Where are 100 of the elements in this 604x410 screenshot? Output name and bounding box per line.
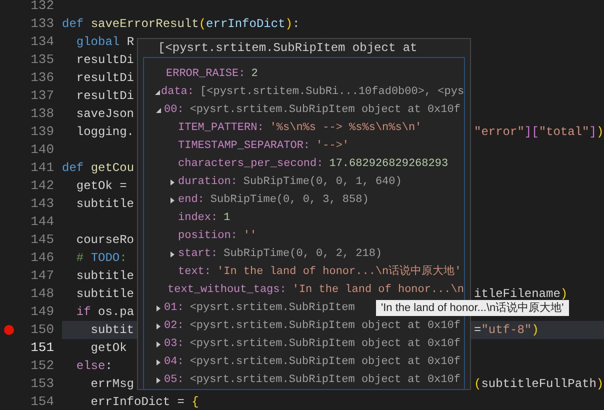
code-token: logging. — [75, 124, 134, 141]
variable-name: start: — [178, 246, 218, 262]
variable-name: 01: — [164, 300, 184, 316]
code-token: ) — [285, 16, 292, 33]
code-token: ) — [532, 322, 539, 339]
code-token: subtitle — [75, 196, 134, 213]
code-token: if — [75, 304, 92, 321]
variable-name: end: — [178, 192, 204, 208]
popup-title: [<pysrt.srtitem.SubRipItem object at — [157, 40, 418, 57]
collapsed-triangle-icon[interactable] — [154, 304, 162, 312]
variable-name: 02: — [164, 318, 184, 334]
line-number: 140 — [30, 141, 54, 160]
expanded-triangle-icon[interactable] — [154, 88, 161, 96]
collapsed-triangle-icon[interactable] — [168, 250, 176, 258]
code-token: : — [105, 358, 112, 375]
variable-value: <pysrt.srtitem.SubRipItem object at 0x10f — [190, 318, 460, 334]
line-number: 142 — [30, 177, 54, 196]
code-token: getOk = — [75, 178, 127, 195]
variable-value: [<pysrt.srtitem.SubRi...10fad0b00>, <pys — [200, 84, 464, 100]
variable-value: <pysrt.srtitem.SubRipItem — [190, 300, 355, 316]
code-token: errInfoDict = — [90, 394, 186, 410]
code-token: "error" — [474, 124, 524, 141]
collapsed-triangle-icon[interactable] — [154, 358, 162, 366]
collapsed-triangle-icon[interactable] — [154, 376, 162, 384]
line-number: 136 — [30, 69, 54, 88]
line-number: 138 — [30, 105, 54, 124]
line-number: 145 — [30, 231, 54, 250]
line-number: 152 — [30, 357, 54, 376]
line-number: 149 — [30, 303, 54, 322]
code-token: resultDi — [75, 52, 134, 69]
code-token: "total" — [538, 124, 590, 141]
variable-name: 03: — [164, 336, 184, 352]
line-number: 143 — [30, 195, 54, 214]
code-token: getCou — [90, 160, 134, 177]
line-number: 135 — [30, 51, 54, 70]
code-token: subtit — [90, 322, 134, 339]
collapsed-triangle-icon[interactable] — [154, 322, 162, 330]
variable-value: '-->' — [316, 138, 350, 154]
variable-value: 1 — [224, 210, 230, 226]
value-tooltip: 'In the land of honor...\n话说中原大地' — [376, 300, 569, 316]
code-token: resultDi — [75, 88, 134, 105]
variable-name: duration: — [178, 174, 238, 190]
line-number: 134 — [30, 33, 54, 52]
collapsed-triangle-icon[interactable] — [154, 340, 162, 348]
code-token: saveErrorResult — [90, 16, 199, 33]
variable-name: ITEM_PATTERN: — [178, 120, 264, 136]
variable-value: '%s\n%s --> %s%s\n%s\n' — [270, 120, 422, 136]
variable-value: '' — [243, 228, 257, 244]
variable-name: TIMESTAMP_SEPARATOR: — [178, 138, 310, 154]
line-number: 133 — [30, 15, 54, 34]
expanded-triangle-icon[interactable] — [154, 106, 162, 114]
collapsed-triangle-icon[interactable] — [168, 178, 176, 186]
code-token: global — [75, 34, 121, 51]
variable-name: characters_per_second: — [178, 156, 324, 172]
line-number: 151 — [30, 339, 54, 358]
line-number: 141 — [30, 159, 54, 178]
variable-value: <pysrt.srtitem.SubRipItem object at 0x10f — [190, 372, 460, 388]
code-token: errInfoDict — [206, 16, 286, 33]
variable-name: 05: — [164, 372, 184, 388]
variable-name: 04: — [164, 354, 184, 370]
code-token: R — [126, 34, 134, 51]
variable-value: SubRipTime(0, 0, 3, 858) — [210, 192, 369, 208]
line-number: 144 — [30, 213, 54, 232]
code-token: ][ — [524, 124, 539, 141]
line-number: 137 — [30, 87, 54, 106]
code-token: "utf-8" — [481, 322, 532, 339]
variable-name: text_without_tags: — [168, 282, 286, 298]
code-token: os.pa — [98, 304, 134, 321]
code-token: : — [120, 250, 127, 267]
line-number: 146 — [30, 249, 54, 268]
variable-value: 'In the land of honor...\n — [292, 282, 464, 298]
code-token: TODO — [90, 250, 120, 267]
code-token: def — [62, 160, 85, 177]
line-number: 148 — [30, 285, 54, 304]
line-number: 147 — [30, 267, 54, 286]
line-number: 153 — [30, 375, 54, 394]
variable-value: <pysrt.srtitem.SubRipItem object at 0x10f — [190, 354, 460, 370]
code-token: itleFilename — [474, 286, 560, 302]
variable-name: data: — [161, 84, 194, 100]
variable-name: index: — [178, 210, 218, 226]
code-token: def — [62, 16, 85, 33]
code-token: = — [474, 322, 482, 339]
code-token: ) — [596, 124, 604, 141]
line-number: 139 — [30, 123, 54, 142]
code-token: subtitle — [75, 286, 134, 303]
code-token: # — [75, 250, 85, 267]
variable-value: 2 — [251, 66, 258, 82]
code-token: { — [192, 394, 199, 410]
code-token: ) — [560, 286, 568, 302]
variable-value: SubRipTime(0, 0, 2, 218) — [224, 246, 382, 262]
variable-value: 'In the land of honor...\n话说中原大地' — [217, 264, 462, 280]
code-token: subtitle — [75, 268, 134, 285]
collapsed-triangle-icon[interactable] — [168, 196, 176, 204]
code-token: errMsg — [90, 376, 134, 393]
code-token: saveJson — [75, 106, 134, 123]
code-token: : — [292, 16, 300, 33]
line-number: 132 — [30, 0, 54, 16]
code-token: ( — [198, 16, 206, 33]
code-token: courseRo — [75, 232, 134, 249]
variable-name: position: — [178, 228, 238, 244]
